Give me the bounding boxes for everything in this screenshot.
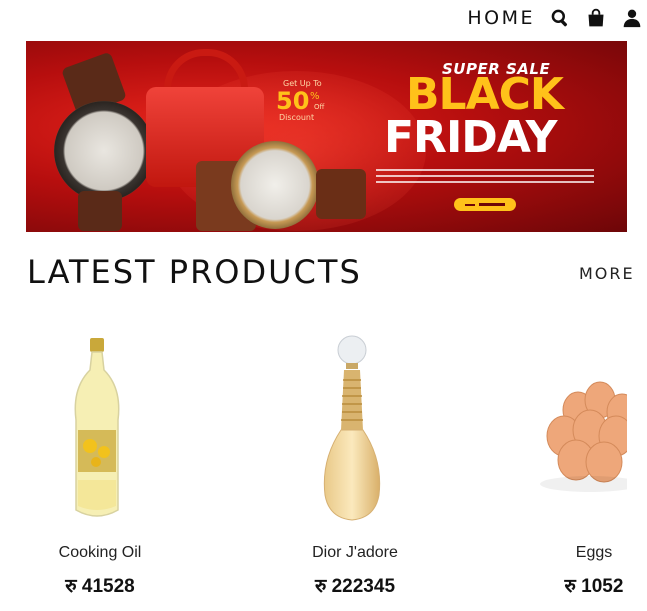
black-friday-banner[interactable]: Get Up To 50 % Off Discount SUPER SALE B… xyxy=(26,41,627,232)
nav-home-link[interactable]: HOME xyxy=(467,7,535,29)
product-name: Eggs xyxy=(575,544,613,561)
shop-now-button[interactable] xyxy=(454,198,516,211)
banner-body-text xyxy=(376,169,594,187)
promo-value: 50 xyxy=(276,87,310,115)
product-price: रु 222345 xyxy=(314,576,396,597)
user-icon[interactable] xyxy=(621,7,643,29)
eggs-image xyxy=(520,330,627,530)
product-name: Cooking Oil xyxy=(58,544,142,561)
search-icon[interactable] xyxy=(549,7,571,29)
product-price: रु 41528 xyxy=(65,576,135,597)
oil-bottle-image xyxy=(0,330,200,530)
product-card-eggs[interactable]: Eggs रु 1052 xyxy=(520,330,627,600)
arrow-right-icon xyxy=(465,203,475,206)
promo-suffix: Off xyxy=(314,103,325,111)
more-link[interactable]: MORE xyxy=(579,264,635,283)
perfume-bottle-image xyxy=(255,330,455,530)
watch-image xyxy=(54,101,154,201)
promo-caption: Discount xyxy=(279,113,315,122)
promo-unit: % xyxy=(310,91,320,102)
top-nav: HOME xyxy=(467,4,647,32)
product-price: रु 1052 xyxy=(564,576,624,597)
product-card-dior-jadore[interactable]: Dior J'adore रु 222345 xyxy=(255,330,455,600)
latest-products-heading: LATEST PRODUCTS xyxy=(27,253,362,291)
product-name: Dior J'adore xyxy=(312,544,398,561)
watch-strap xyxy=(316,169,366,219)
watch-strap xyxy=(78,191,122,231)
shopping-bag-icon[interactable] xyxy=(585,7,607,29)
shop-now-label xyxy=(479,203,505,206)
friday-heading: FRIDAY xyxy=(384,112,558,163)
watch-image xyxy=(231,141,319,229)
product-card-cooking-oil[interactable]: Cooking Oil रु 41528 xyxy=(0,330,200,600)
product-card-clip: Eggs रु 1052 xyxy=(520,330,627,611)
